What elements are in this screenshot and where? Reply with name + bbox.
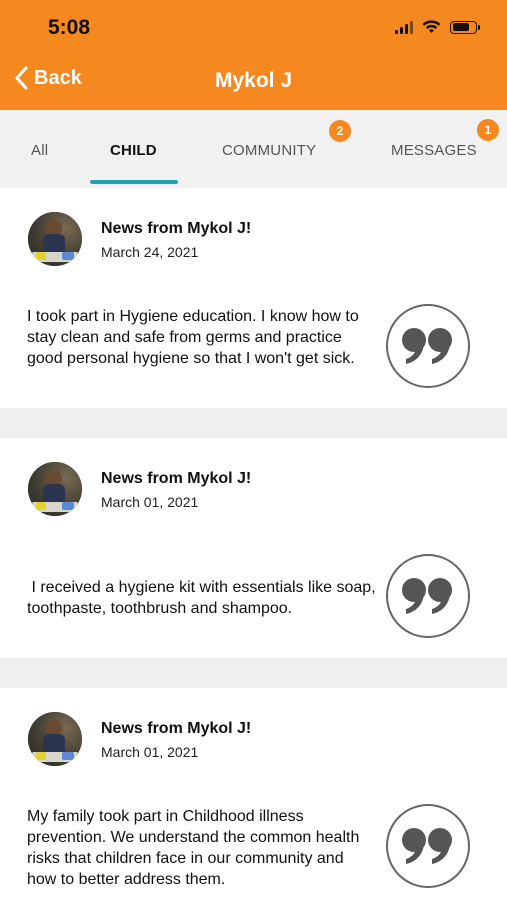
app-header: 5:08 Back Mykol J bbox=[0, 0, 507, 110]
community-count-badge: 2 bbox=[329, 120, 351, 142]
tab-bar: All CHILD COMMUNITY MESSAGES 2 1 bbox=[0, 110, 507, 188]
quote-button[interactable] bbox=[386, 304, 470, 388]
tab-all[interactable]: All bbox=[31, 142, 48, 159]
feed-separator bbox=[0, 408, 507, 438]
page-title: Mykol J bbox=[214, 69, 293, 92]
news-title: News from Mykol J! bbox=[101, 470, 252, 487]
quote-button[interactable] bbox=[386, 804, 470, 888]
news-date: March 24, 2021 bbox=[101, 244, 199, 260]
status-icons bbox=[395, 20, 480, 34]
tab-messages[interactable]: MESSAGES bbox=[391, 142, 477, 159]
status-time: 5:08 bbox=[48, 16, 91, 39]
battery-icon bbox=[450, 20, 480, 34]
avatar[interactable] bbox=[28, 712, 82, 766]
wifi-icon bbox=[422, 20, 441, 33]
quote-button[interactable] bbox=[386, 554, 470, 638]
quote-icon bbox=[402, 328, 452, 364]
news-title: News from Mykol J! bbox=[101, 220, 252, 237]
tab-community[interactable]: COMMUNITY bbox=[222, 142, 316, 159]
news-title: News from Mykol J! bbox=[101, 720, 252, 737]
news-date: March 01, 2021 bbox=[101, 744, 199, 760]
avatar[interactable] bbox=[28, 462, 82, 516]
quote-icon bbox=[402, 578, 452, 614]
tab-child[interactable]: CHILD bbox=[110, 142, 157, 159]
news-body: I received a hygiene kit with essentials… bbox=[27, 579, 381, 617]
cellular-signal-icon bbox=[395, 20, 413, 34]
quote-icon bbox=[402, 828, 452, 864]
messages-count-badge: 1 bbox=[477, 119, 499, 141]
news-date: March 01, 2021 bbox=[101, 494, 199, 510]
news-card: News from Mykol J! March 01, 2021 I rece… bbox=[0, 438, 507, 658]
feed-separator bbox=[0, 658, 507, 688]
news-body: I took part in Hygiene education. I know… bbox=[27, 308, 359, 367]
active-tab-indicator bbox=[90, 180, 178, 184]
avatar[interactable] bbox=[28, 212, 82, 266]
news-body: My family took part in Childhood illness… bbox=[27, 808, 360, 888]
news-card: News from Mykol J! March 01, 2021 My fam… bbox=[0, 688, 507, 900]
news-card: News from Mykol J! March 24, 2021 I took… bbox=[0, 188, 507, 408]
